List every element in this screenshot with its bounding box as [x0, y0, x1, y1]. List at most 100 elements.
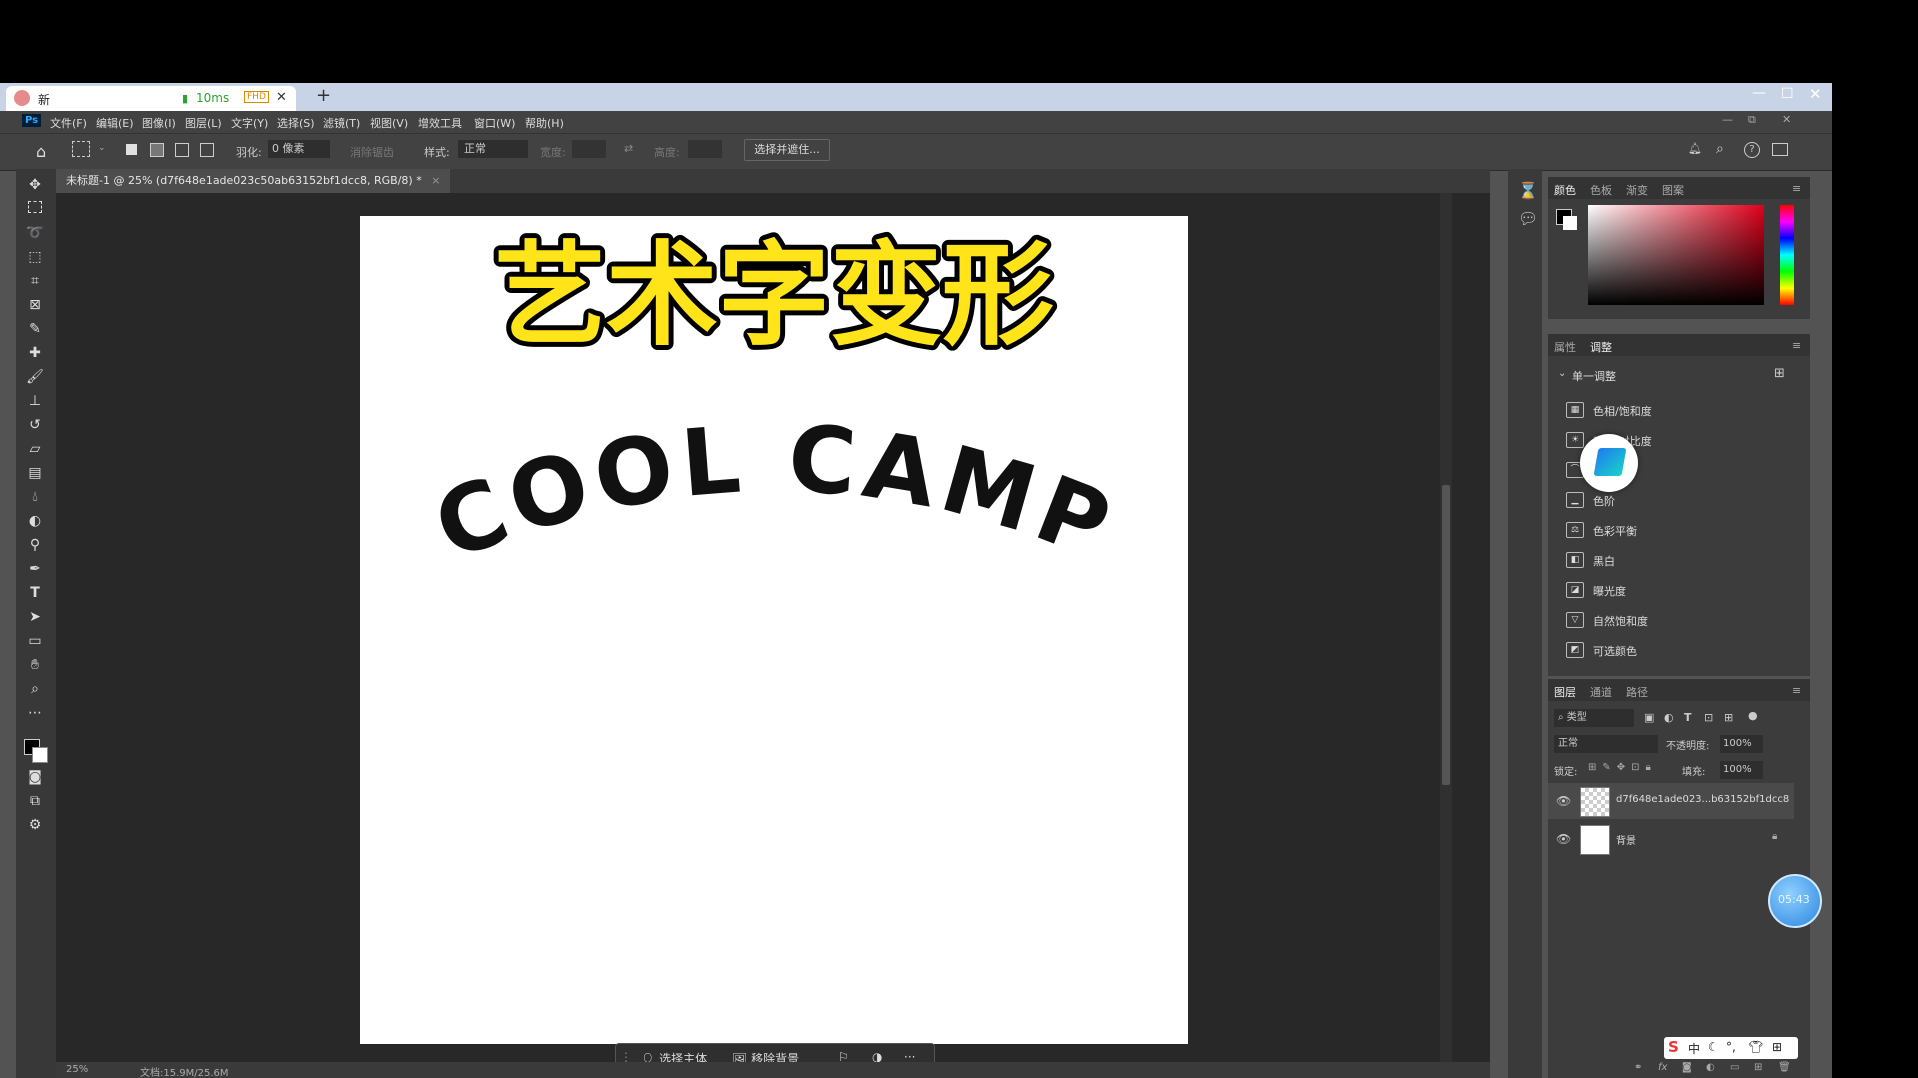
crop-tool-icon[interactable]: ⌗	[24, 271, 46, 291]
fill-input[interactable]: 100%	[1720, 761, 1763, 779]
antialias-checkbox[interactable]: 消除锯齿	[350, 144, 394, 160]
layer-row-image[interactable]: 👁︎ d7f648e1ade023...b63152bf1dcc8	[1548, 783, 1794, 819]
tab-channels[interactable]: 通道	[1590, 684, 1612, 700]
new-group-icon[interactable]: ▭	[1730, 1062, 1739, 1073]
filter-type-icon[interactable]: T	[1684, 711, 1692, 724]
floating-app-icon[interactable]	[1580, 434, 1638, 492]
ime-mode[interactable]: 中	[1688, 1040, 1700, 1057]
burn-tool-icon[interactable]: ◐	[24, 511, 46, 531]
menu-window[interactable]: 窗口(W)	[474, 115, 515, 131]
type-tool-icon[interactable]: T	[24, 583, 46, 603]
frame-tool-icon[interactable]: ⊠	[24, 295, 46, 315]
tab-layers[interactable]: 图层	[1554, 684, 1576, 700]
tab-swatches[interactable]: 色板	[1590, 182, 1612, 198]
tab-paths[interactable]: 路径	[1626, 684, 1648, 700]
link-layers-icon[interactable]: ⚭	[1634, 1062, 1642, 1073]
menu-edit[interactable]: 编辑(E)	[96, 115, 134, 131]
new-selection-icon[interactable]	[126, 144, 137, 155]
gradient-tool-icon[interactable]: ▤	[24, 463, 46, 483]
filter-smart-icon[interactable]: ⊞	[1724, 711, 1733, 724]
blend-mode-select[interactable]: 正常	[1554, 735, 1658, 753]
doc-minimize-icon[interactable]: —	[1722, 113, 1733, 126]
layer-row-background[interactable]: 👁︎ 背景 🔒︎	[1548, 821, 1794, 857]
new-layer-icon[interactable]: ⊞	[1754, 1062, 1762, 1073]
style-select[interactable]: 正常	[458, 140, 528, 158]
ime-skin-icon[interactable]: 👕︎	[1748, 1040, 1763, 1054]
color-picker-field[interactable]	[1588, 205, 1764, 305]
quick-mask-icon[interactable]: ◙	[24, 767, 46, 787]
visibility-eye-icon[interactable]: 👁︎	[1556, 794, 1571, 808]
scrollbar-thumb[interactable]	[1442, 485, 1450, 785]
browser-tab[interactable]: 新 ▮ 10ms FHD ✕	[6, 86, 296, 111]
bell-icon[interactable]: 🔔︎	[1688, 142, 1702, 155]
more-tools-icon[interactable]: ⋯	[24, 703, 46, 723]
panel-menu-icon[interactable]: ≡	[1792, 684, 1801, 697]
zoom-level[interactable]: 25%	[66, 1064, 88, 1075]
object-select-tool-icon[interactable]: ⬚	[24, 247, 46, 267]
visibility-eye-icon[interactable]: 👁︎	[1556, 832, 1571, 846]
grid-view-icon[interactable]: ⊞	[1774, 366, 1785, 381]
history-icon[interactable]: ⌛	[1518, 181, 1538, 200]
tab-adjustments[interactable]: 调整	[1590, 339, 1612, 355]
filter-shape-icon[interactable]: ⊡	[1704, 711, 1713, 724]
doc-restore-icon[interactable]: ⧉	[1748, 113, 1756, 127]
hue-slider[interactable]	[1780, 205, 1794, 305]
close-tab-icon[interactable]: ✕	[276, 90, 287, 105]
minimize-icon[interactable]: —	[1752, 85, 1766, 101]
adj-vibrance[interactable]: ▽ 自然饱和度	[1548, 608, 1808, 632]
marquee-tool-icon[interactable]	[24, 199, 46, 219]
tab-properties[interactable]: 属性	[1554, 339, 1576, 355]
menu-select[interactable]: 选择(S)	[277, 115, 315, 131]
menu-help[interactable]: 帮助(H)	[525, 115, 564, 131]
comments-icon[interactable]: 💬︎	[1518, 209, 1538, 228]
menu-type[interactable]: 文字(Y)	[231, 115, 268, 131]
layer-kind-filter[interactable]: ⌕ 类型	[1554, 709, 1634, 727]
help-icon[interactable]: ?	[1744, 142, 1760, 158]
ai-edit-icon[interactable]: ⚙	[24, 815, 46, 835]
background-color-swatch[interactable]	[32, 747, 48, 763]
menu-image[interactable]: 图像(I)	[142, 115, 176, 131]
document-tab-close-icon[interactable]: ×	[431, 174, 440, 187]
dodge-tool-icon[interactable]: ⚲	[24, 535, 46, 555]
add-selection-icon[interactable]	[150, 143, 164, 157]
hand-tool-icon[interactable]: ✋︎	[24, 655, 46, 675]
filter-pixel-icon[interactable]: ▣	[1644, 711, 1654, 724]
swap-icon[interactable]: ⇄	[624, 142, 633, 155]
adj-hue-saturation[interactable]: ▦ 色相/饱和度	[1548, 398, 1808, 422]
filter-toggle-icon[interactable]: ●	[1748, 709, 1758, 722]
marquee-preset-icon[interactable]	[72, 141, 90, 157]
document-canvas[interactable]: 艺术字变形 COOL CAMP	[360, 216, 1188, 1044]
search-icon[interactable]: ⌕	[1716, 141, 1724, 157]
feather-input[interactable]: 0 像素	[268, 140, 330, 158]
tab-patterns[interactable]: 图案	[1662, 182, 1684, 198]
rectangle-tool-icon[interactable]: ▭	[24, 631, 46, 651]
add-mask-icon[interactable]: ◙	[1682, 1062, 1692, 1073]
ime-moon-icon[interactable]: ☾	[1708, 1040, 1719, 1054]
panel-menu-icon[interactable]: ≡	[1792, 182, 1801, 195]
chevron-down-icon[interactable]: ⌄	[98, 143, 106, 153]
ime-logo-icon[interactable]: S	[1668, 1038, 1679, 1056]
panel-menu-icon[interactable]: ≡	[1792, 339, 1801, 352]
adj-levels[interactable]: ▁ 色阶	[1548, 488, 1808, 512]
timer-bubble[interactable]: 05:43	[1768, 874, 1822, 928]
adj-exposure[interactable]: ◪ 曝光度	[1548, 578, 1808, 602]
healing-brush-tool-icon[interactable]: ✚	[24, 343, 46, 363]
adj-selective-color[interactable]: ◩ 可选颜色	[1548, 638, 1808, 662]
home-icon[interactable]: ⌂	[36, 142, 46, 161]
fx-icon[interactable]: fx	[1658, 1062, 1667, 1073]
ime-punct-icon[interactable]: °,	[1726, 1040, 1736, 1054]
height-input[interactable]	[688, 140, 722, 158]
doc-close-icon[interactable]: ✕	[1782, 113, 1791, 126]
menu-file[interactable]: 文件(F)	[50, 115, 87, 131]
width-input[interactable]	[572, 140, 606, 158]
collapse-chevron-icon[interactable]: ⌄	[1558, 368, 1566, 379]
document-tab[interactable]: 未标题-1 @ 25% (d7f648e1ade023c50ab63152bf1…	[56, 169, 451, 193]
history-brush-tool-icon[interactable]: ↺	[24, 415, 46, 435]
eyedropper-tool-icon[interactable]: ✎	[24, 319, 46, 339]
filter-adjust-icon[interactable]: ◐	[1664, 711, 1674, 724]
tab-gradients[interactable]: 渐变	[1626, 182, 1648, 198]
menu-filter[interactable]: 滤镜(T)	[323, 115, 360, 131]
subtract-selection-icon[interactable]	[175, 143, 189, 157]
panel-background-swatch[interactable]	[1563, 216, 1577, 230]
adj-black-white[interactable]: ◧ 黑白	[1548, 548, 1808, 572]
